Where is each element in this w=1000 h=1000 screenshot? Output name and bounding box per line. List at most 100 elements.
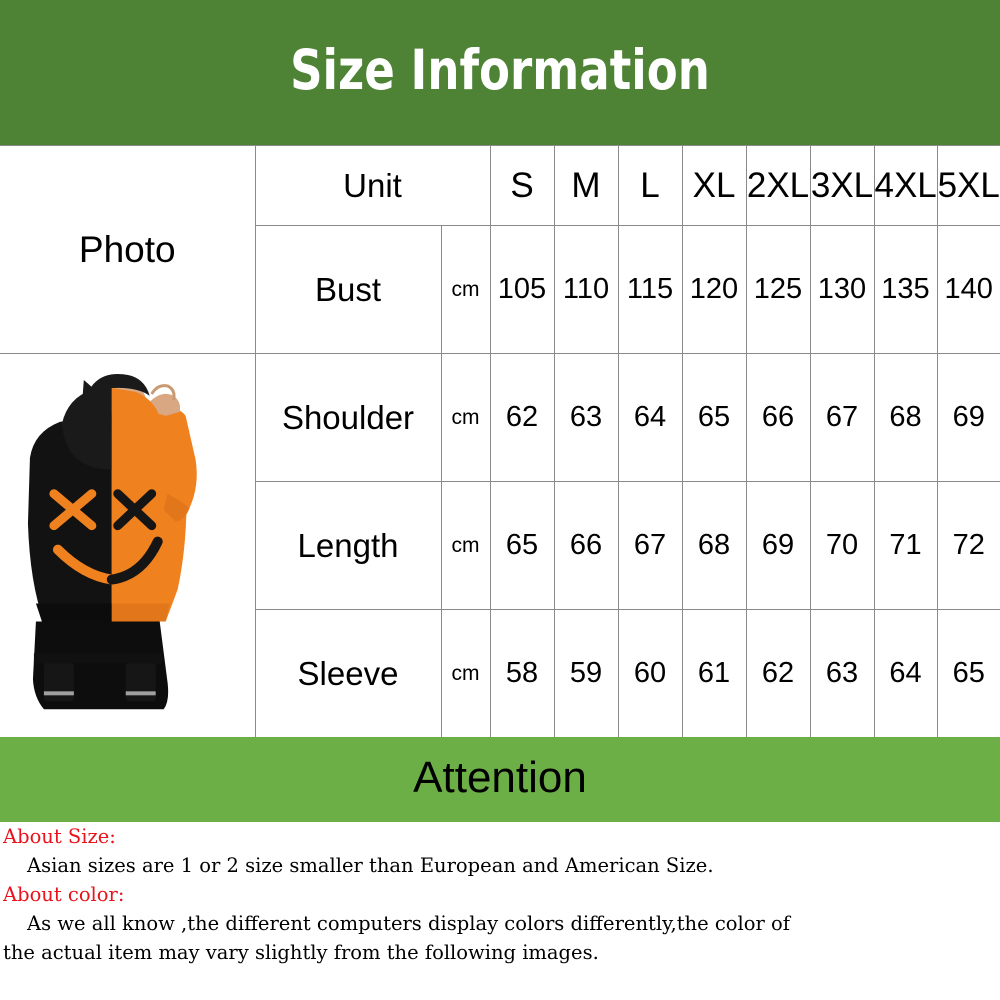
- cell-sleeve-5xl: 65: [936, 609, 1000, 738]
- size-header-label: S: [510, 165, 534, 205]
- cell-value: 62: [761, 657, 795, 690]
- cell-value: 65: [952, 657, 985, 690]
- unit-label: cm: [451, 405, 480, 429]
- size-header-label: L: [640, 165, 660, 205]
- cell-bust-3xl: 130: [809, 225, 875, 354]
- row-label-sleeve: Sleeve: [255, 609, 442, 738]
- cell-value: 63: [825, 657, 859, 690]
- cell-bust-s: 105: [489, 225, 555, 354]
- cell-value: 105: [497, 273, 547, 305]
- table-row: Shoulder cm 62 63 64 65 66 67 68 69: [0, 352, 1000, 739]
- size-header-xl: XL: [681, 145, 747, 226]
- hoodie-illustration-svg: [0, 354, 255, 738]
- row-label: Shoulder: [281, 398, 415, 436]
- photo-label-cell: Photo: [0, 145, 256, 354]
- about-color-text-line-2: the actual item may vary slightly from t…: [3, 941, 599, 964]
- unit-label: cm: [451, 277, 480, 301]
- row-label: Sleeve: [297, 654, 399, 692]
- unit-header-cell: Unit: [254, 145, 491, 226]
- cell-sleeve-m: 59: [553, 609, 619, 738]
- cell-value: 135: [881, 273, 930, 305]
- page-title: Size Information: [290, 38, 710, 102]
- cell-sleeve-l: 60: [617, 609, 683, 738]
- row-unit-length: cm: [440, 481, 491, 611]
- cell-value: 115: [626, 273, 674, 305]
- product-photo: [0, 354, 255, 738]
- size-header-m: M: [553, 145, 619, 226]
- cell-value: 110: [562, 273, 610, 305]
- cell-value: 62: [505, 401, 539, 434]
- cell-value: 59: [569, 657, 603, 690]
- cell-length-5xl: 72: [936, 481, 1000, 611]
- about-size-heading: About Size:: [3, 825, 116, 848]
- cell-value: 67: [633, 529, 667, 562]
- size-header-s: S: [489, 145, 555, 226]
- cell-value: 125: [753, 273, 803, 305]
- table-header-row: Photo Unit S M L XL 2XL 3XL 4XL 5XL: [0, 145, 1000, 354]
- row-label: Length: [297, 526, 399, 564]
- size-header-5xl: 5XL: [936, 145, 1000, 226]
- cell-length-xl: 68: [681, 481, 747, 611]
- cell-value: 66: [761, 401, 795, 434]
- about-size-text: Asian sizes are 1 or 2 size smaller than…: [27, 854, 714, 877]
- size-header-3xl: 3XL: [809, 145, 875, 226]
- cell-value: 72: [952, 529, 985, 562]
- cell-bust-5xl: 140: [936, 225, 1000, 354]
- cell-value: 65: [505, 529, 539, 562]
- size-chart-page: Size Information Photo Unit S M L XL 2XL…: [0, 0, 1000, 1000]
- cell-sleeve-s: 58: [489, 609, 555, 738]
- cell-bust-xl: 120: [681, 225, 747, 354]
- cell-value: 64: [633, 401, 667, 434]
- cell-value: 130: [817, 273, 867, 305]
- cell-bust-2xl: 125: [745, 225, 811, 354]
- size-header-label: XL: [692, 165, 736, 205]
- unit-header-label: Unit: [343, 166, 402, 204]
- row-unit-sleeve: cm: [440, 609, 491, 738]
- cell-length-2xl: 69: [745, 481, 811, 611]
- cell-length-l: 67: [617, 481, 683, 611]
- cell-shoulder-s: 62: [489, 352, 555, 483]
- cell-value: 69: [761, 529, 795, 562]
- cell-value: 66: [569, 529, 603, 562]
- size-table-container: Photo Unit S M L XL 2XL 3XL 4XL 5XL Bust…: [0, 145, 1000, 739]
- cell-value: 60: [633, 657, 667, 690]
- size-header-2xl: 2XL: [745, 145, 811, 226]
- size-header-4xl: 4XL: [873, 145, 938, 226]
- photo-label: Photo: [78, 228, 176, 270]
- cell-bust-4xl: 135: [873, 225, 938, 354]
- row-label-length: Length: [255, 481, 442, 611]
- product-photo-cell: [0, 352, 256, 739]
- cell-value: 70: [825, 529, 859, 562]
- cell-bust-l: 115: [617, 225, 683, 354]
- row-unit-bust: cm: [440, 225, 491, 354]
- cell-shoulder-2xl: 66: [745, 352, 811, 483]
- cell-value: 61: [697, 657, 731, 690]
- cell-sleeve-2xl: 62: [745, 609, 811, 738]
- cell-value: 120: [689, 273, 739, 305]
- cell-shoulder-l: 64: [617, 352, 683, 483]
- size-header-label: 3XL: [810, 165, 874, 205]
- cell-length-4xl: 71: [873, 481, 938, 611]
- size-information-banner: Size Information: [0, 0, 1000, 145]
- cell-length-3xl: 70: [809, 481, 875, 611]
- cell-length-s: 65: [489, 481, 555, 611]
- cell-value: 140: [944, 273, 993, 305]
- cell-value: 64: [889, 657, 922, 690]
- row-label: Bust: [314, 270, 382, 308]
- unit-label: cm: [451, 661, 480, 685]
- size-header-label: 2XL: [746, 165, 810, 205]
- cell-value: 58: [505, 657, 539, 690]
- row-label-bust: Bust: [255, 225, 442, 354]
- cell-bust-m: 110: [553, 225, 619, 354]
- size-header-l: L: [617, 145, 683, 226]
- cell-shoulder-5xl: 69: [936, 352, 1000, 483]
- cell-length-m: 66: [553, 481, 619, 611]
- cell-value: 65: [697, 401, 731, 434]
- size-header-label: 5XL: [937, 165, 1000, 205]
- cell-value: 68: [697, 529, 731, 562]
- cell-shoulder-4xl: 68: [873, 352, 938, 483]
- size-header-label: 4XL: [874, 165, 937, 205]
- cell-sleeve-xl: 61: [681, 609, 747, 738]
- cell-value: 71: [889, 529, 922, 562]
- attention-banner: Attention: [0, 737, 1000, 822]
